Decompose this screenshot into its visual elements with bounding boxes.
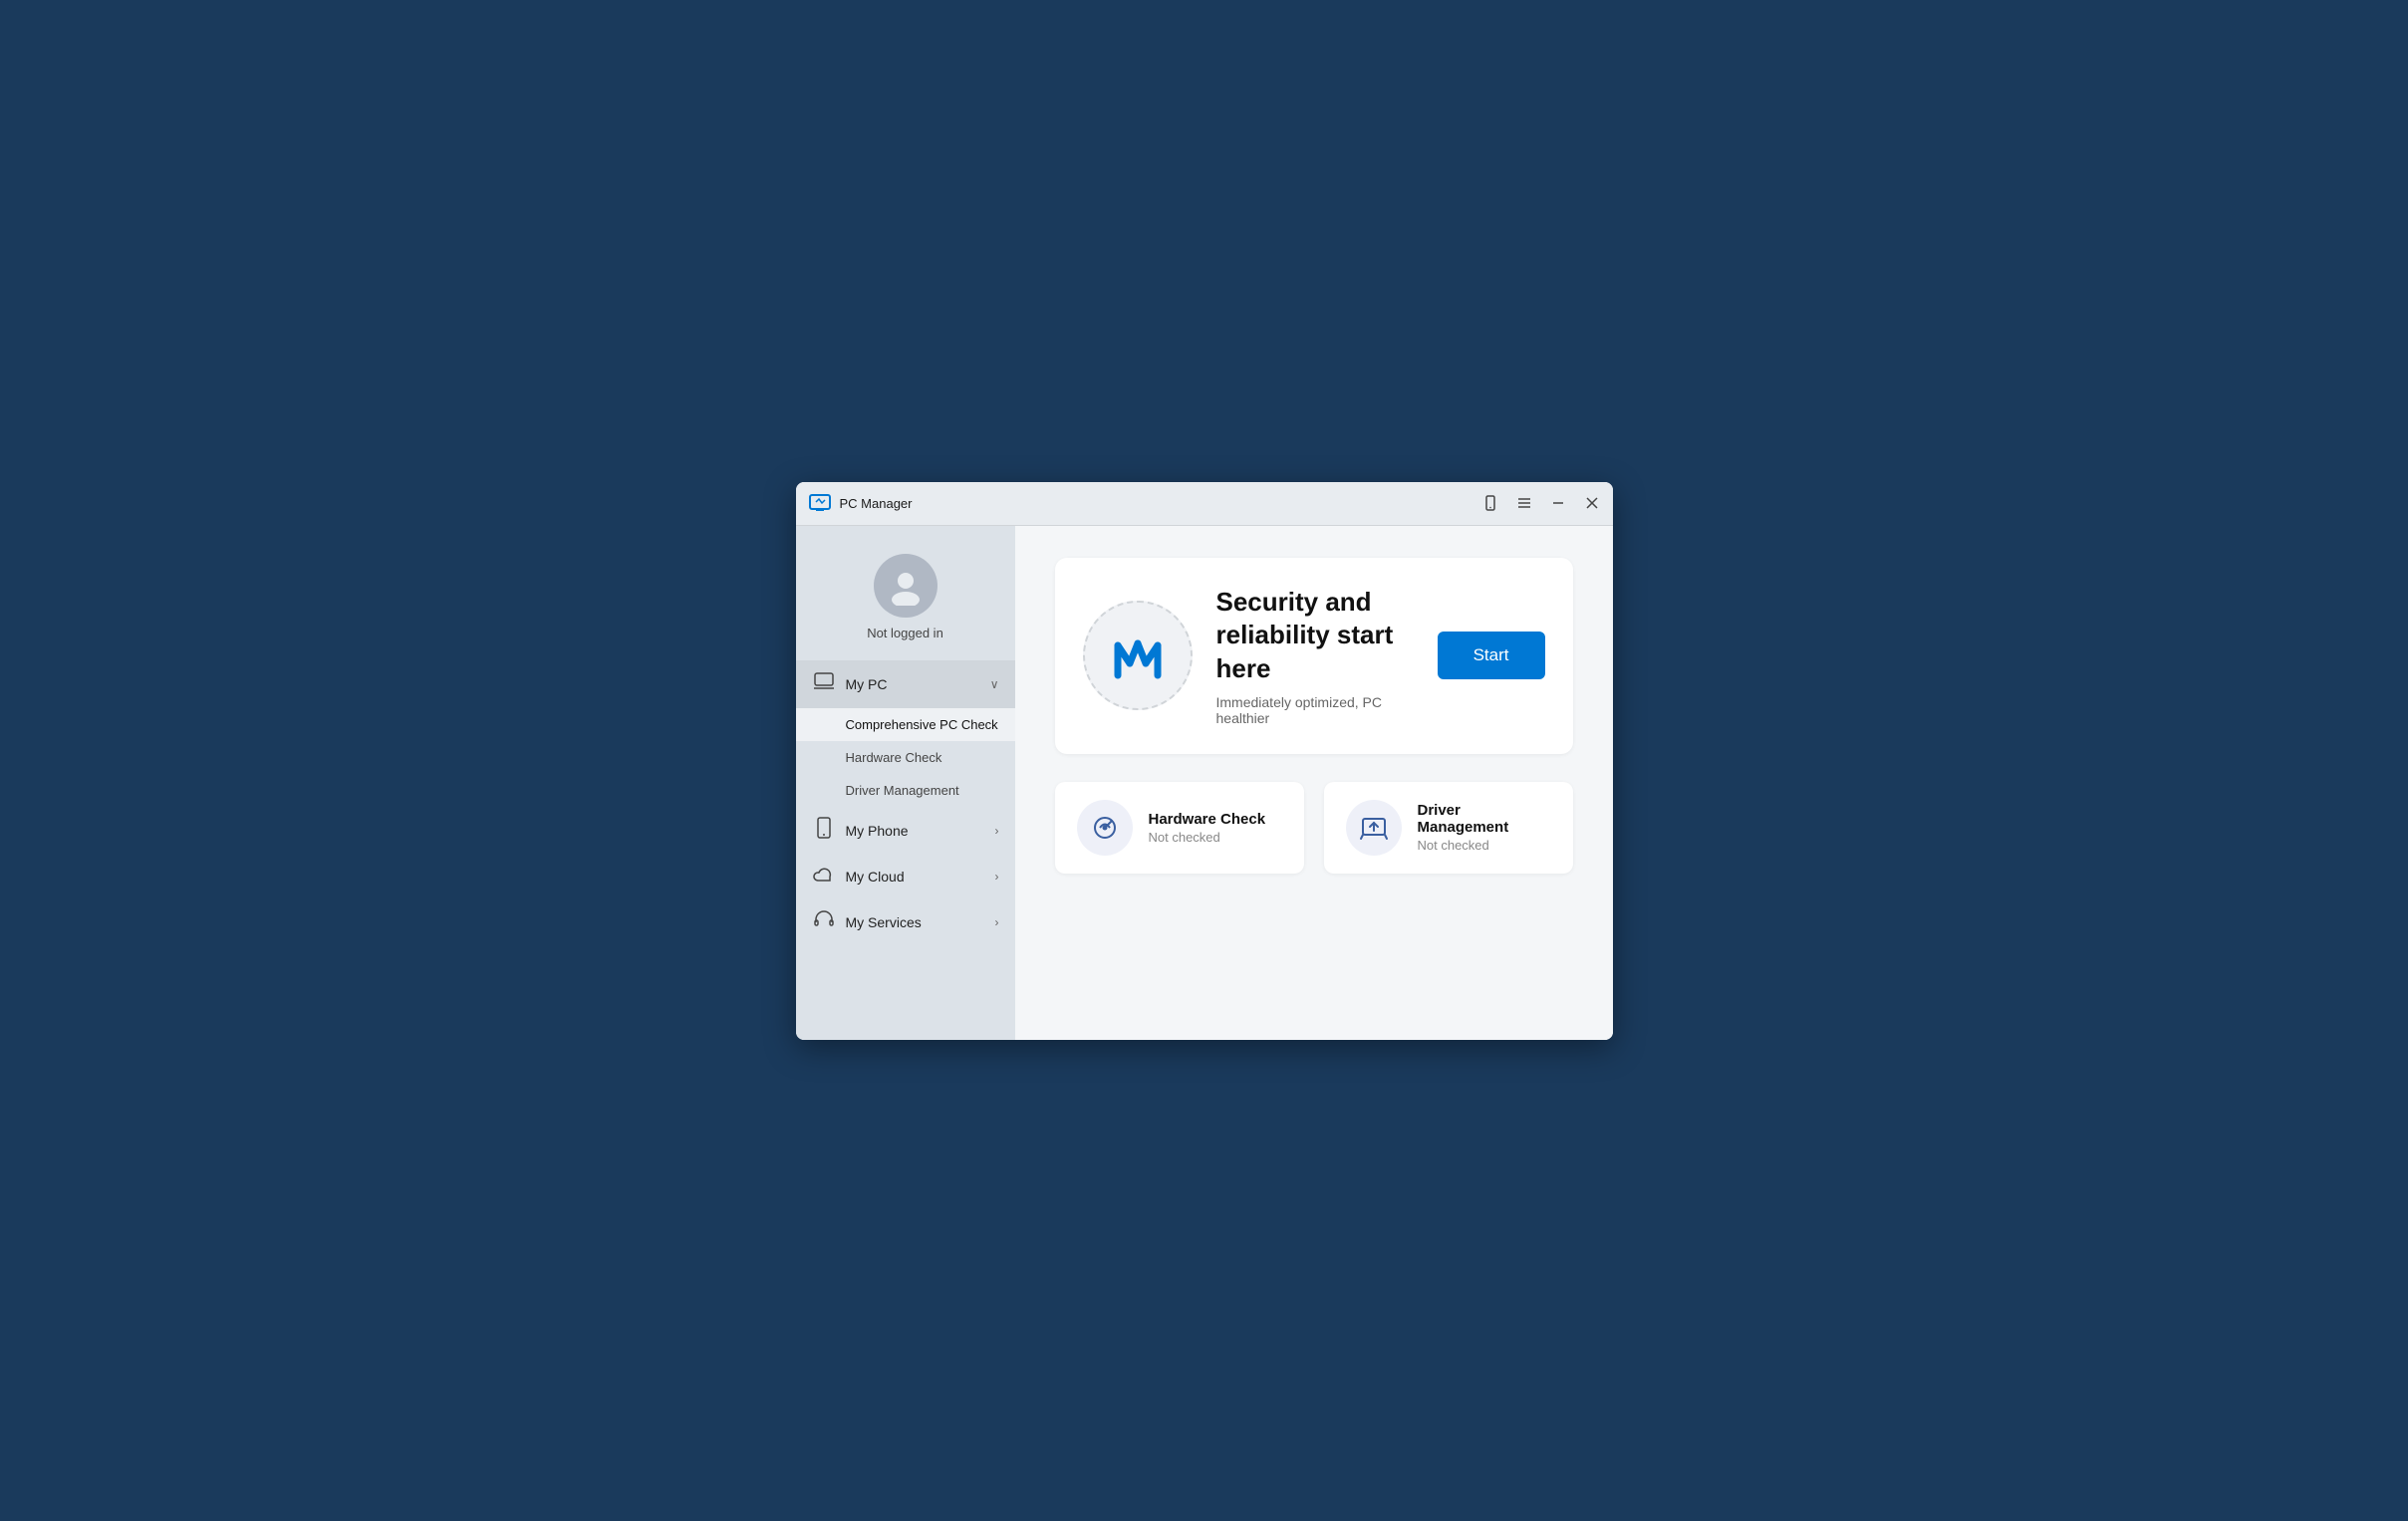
chevron-right-icon-services: › bbox=[995, 915, 999, 929]
sidebar-item-my-services[interactable]: My Services › bbox=[796, 898, 1015, 946]
sidebar-subitem-comprehensive-check[interactable]: Comprehensive PC Check bbox=[796, 708, 1015, 741]
nav-section: My PC ∨ Comprehensive PC Check Hardware … bbox=[796, 660, 1015, 1024]
laptop-icon bbox=[812, 670, 836, 698]
cards-section: Hardware Check Not checked bbox=[1055, 782, 1573, 874]
sidebar-item-my-phone[interactable]: My Phone › bbox=[796, 807, 1015, 855]
driver-management-title: Driver Management bbox=[1418, 802, 1551, 836]
hero-subtitle: Immediately optimized, PC healthier bbox=[1216, 694, 1414, 726]
driver-management-card[interactable]: Driver Management Not checked bbox=[1324, 782, 1573, 874]
hardware-check-card[interactable]: Hardware Check Not checked bbox=[1055, 782, 1304, 874]
hero-section: Security and reliability start here Imme… bbox=[1055, 558, 1573, 754]
content-area: Security and reliability start here Imme… bbox=[1015, 526, 1613, 1040]
sidebar-item-label-my-phone: My Phone bbox=[846, 823, 985, 839]
chevron-right-icon-phone: › bbox=[995, 824, 999, 838]
driver-management-status: Not checked bbox=[1418, 838, 1551, 853]
hardware-check-icon-circle bbox=[1077, 800, 1133, 856]
avatar[interactable] bbox=[874, 554, 937, 618]
driver-management-icon-circle bbox=[1346, 800, 1402, 856]
sidebar-item-label-my-pc: My PC bbox=[846, 676, 980, 692]
sidebar: Not logged in My PC ∨ Com bbox=[796, 526, 1015, 1040]
user-section: Not logged in bbox=[796, 542, 1015, 660]
hardware-check-title: Hardware Check bbox=[1149, 811, 1266, 828]
sidebar-subitem-driver-management[interactable]: Driver Management bbox=[796, 774, 1015, 807]
close-button[interactable] bbox=[1583, 494, 1601, 512]
hero-logo-svg bbox=[1108, 626, 1168, 685]
menu-button[interactable] bbox=[1515, 494, 1533, 512]
app-title: PC Manager bbox=[840, 496, 913, 511]
phone-button[interactable] bbox=[1481, 494, 1499, 512]
sidebar-subitem-hardware-check[interactable]: Hardware Check bbox=[796, 741, 1015, 774]
title-bar: PC Manager bbox=[796, 482, 1613, 526]
hardware-check-status: Not checked bbox=[1149, 830, 1266, 845]
app-logo-icon bbox=[808, 491, 832, 515]
start-button[interactable]: Start bbox=[1438, 632, 1545, 679]
hero-title: Security and reliability start here bbox=[1216, 586, 1414, 686]
main-layout: Not logged in My PC ∨ Com bbox=[796, 526, 1613, 1040]
app-window: PC Manager bbox=[796, 482, 1613, 1040]
sidebar-subitem-hardware-label: Hardware Check bbox=[846, 750, 942, 765]
avatar-icon bbox=[886, 566, 926, 606]
minimize-button[interactable] bbox=[1549, 494, 1567, 512]
title-bar-controls bbox=[1481, 494, 1601, 512]
hardware-check-icon bbox=[1090, 813, 1120, 843]
hero-logo-circle bbox=[1083, 601, 1193, 710]
sidebar-subitem-driver-label: Driver Management bbox=[846, 783, 959, 798]
title-bar-logo: PC Manager bbox=[808, 491, 1481, 515]
sidebar-item-label-my-cloud: My Cloud bbox=[846, 869, 985, 885]
sidebar-item-label-my-services: My Services bbox=[846, 914, 985, 930]
cloud-icon bbox=[812, 865, 836, 888]
sidebar-item-my-cloud[interactable]: My Cloud › bbox=[796, 855, 1015, 898]
headset-icon bbox=[812, 908, 836, 936]
sidebar-subitem-comprehensive-label: Comprehensive PC Check bbox=[846, 717, 998, 732]
sidebar-item-my-pc[interactable]: My PC ∨ bbox=[796, 660, 1015, 708]
hero-text: Security and reliability start here Imme… bbox=[1216, 586, 1414, 726]
chevron-down-icon: ∨ bbox=[990, 677, 999, 691]
driver-management-info: Driver Management Not checked bbox=[1418, 802, 1551, 853]
phone-icon bbox=[812, 817, 836, 845]
chevron-right-icon-cloud: › bbox=[995, 870, 999, 884]
driver-management-icon bbox=[1359, 813, 1389, 843]
hardware-check-info: Hardware Check Not checked bbox=[1149, 811, 1266, 845]
user-label: Not logged in bbox=[867, 626, 943, 640]
